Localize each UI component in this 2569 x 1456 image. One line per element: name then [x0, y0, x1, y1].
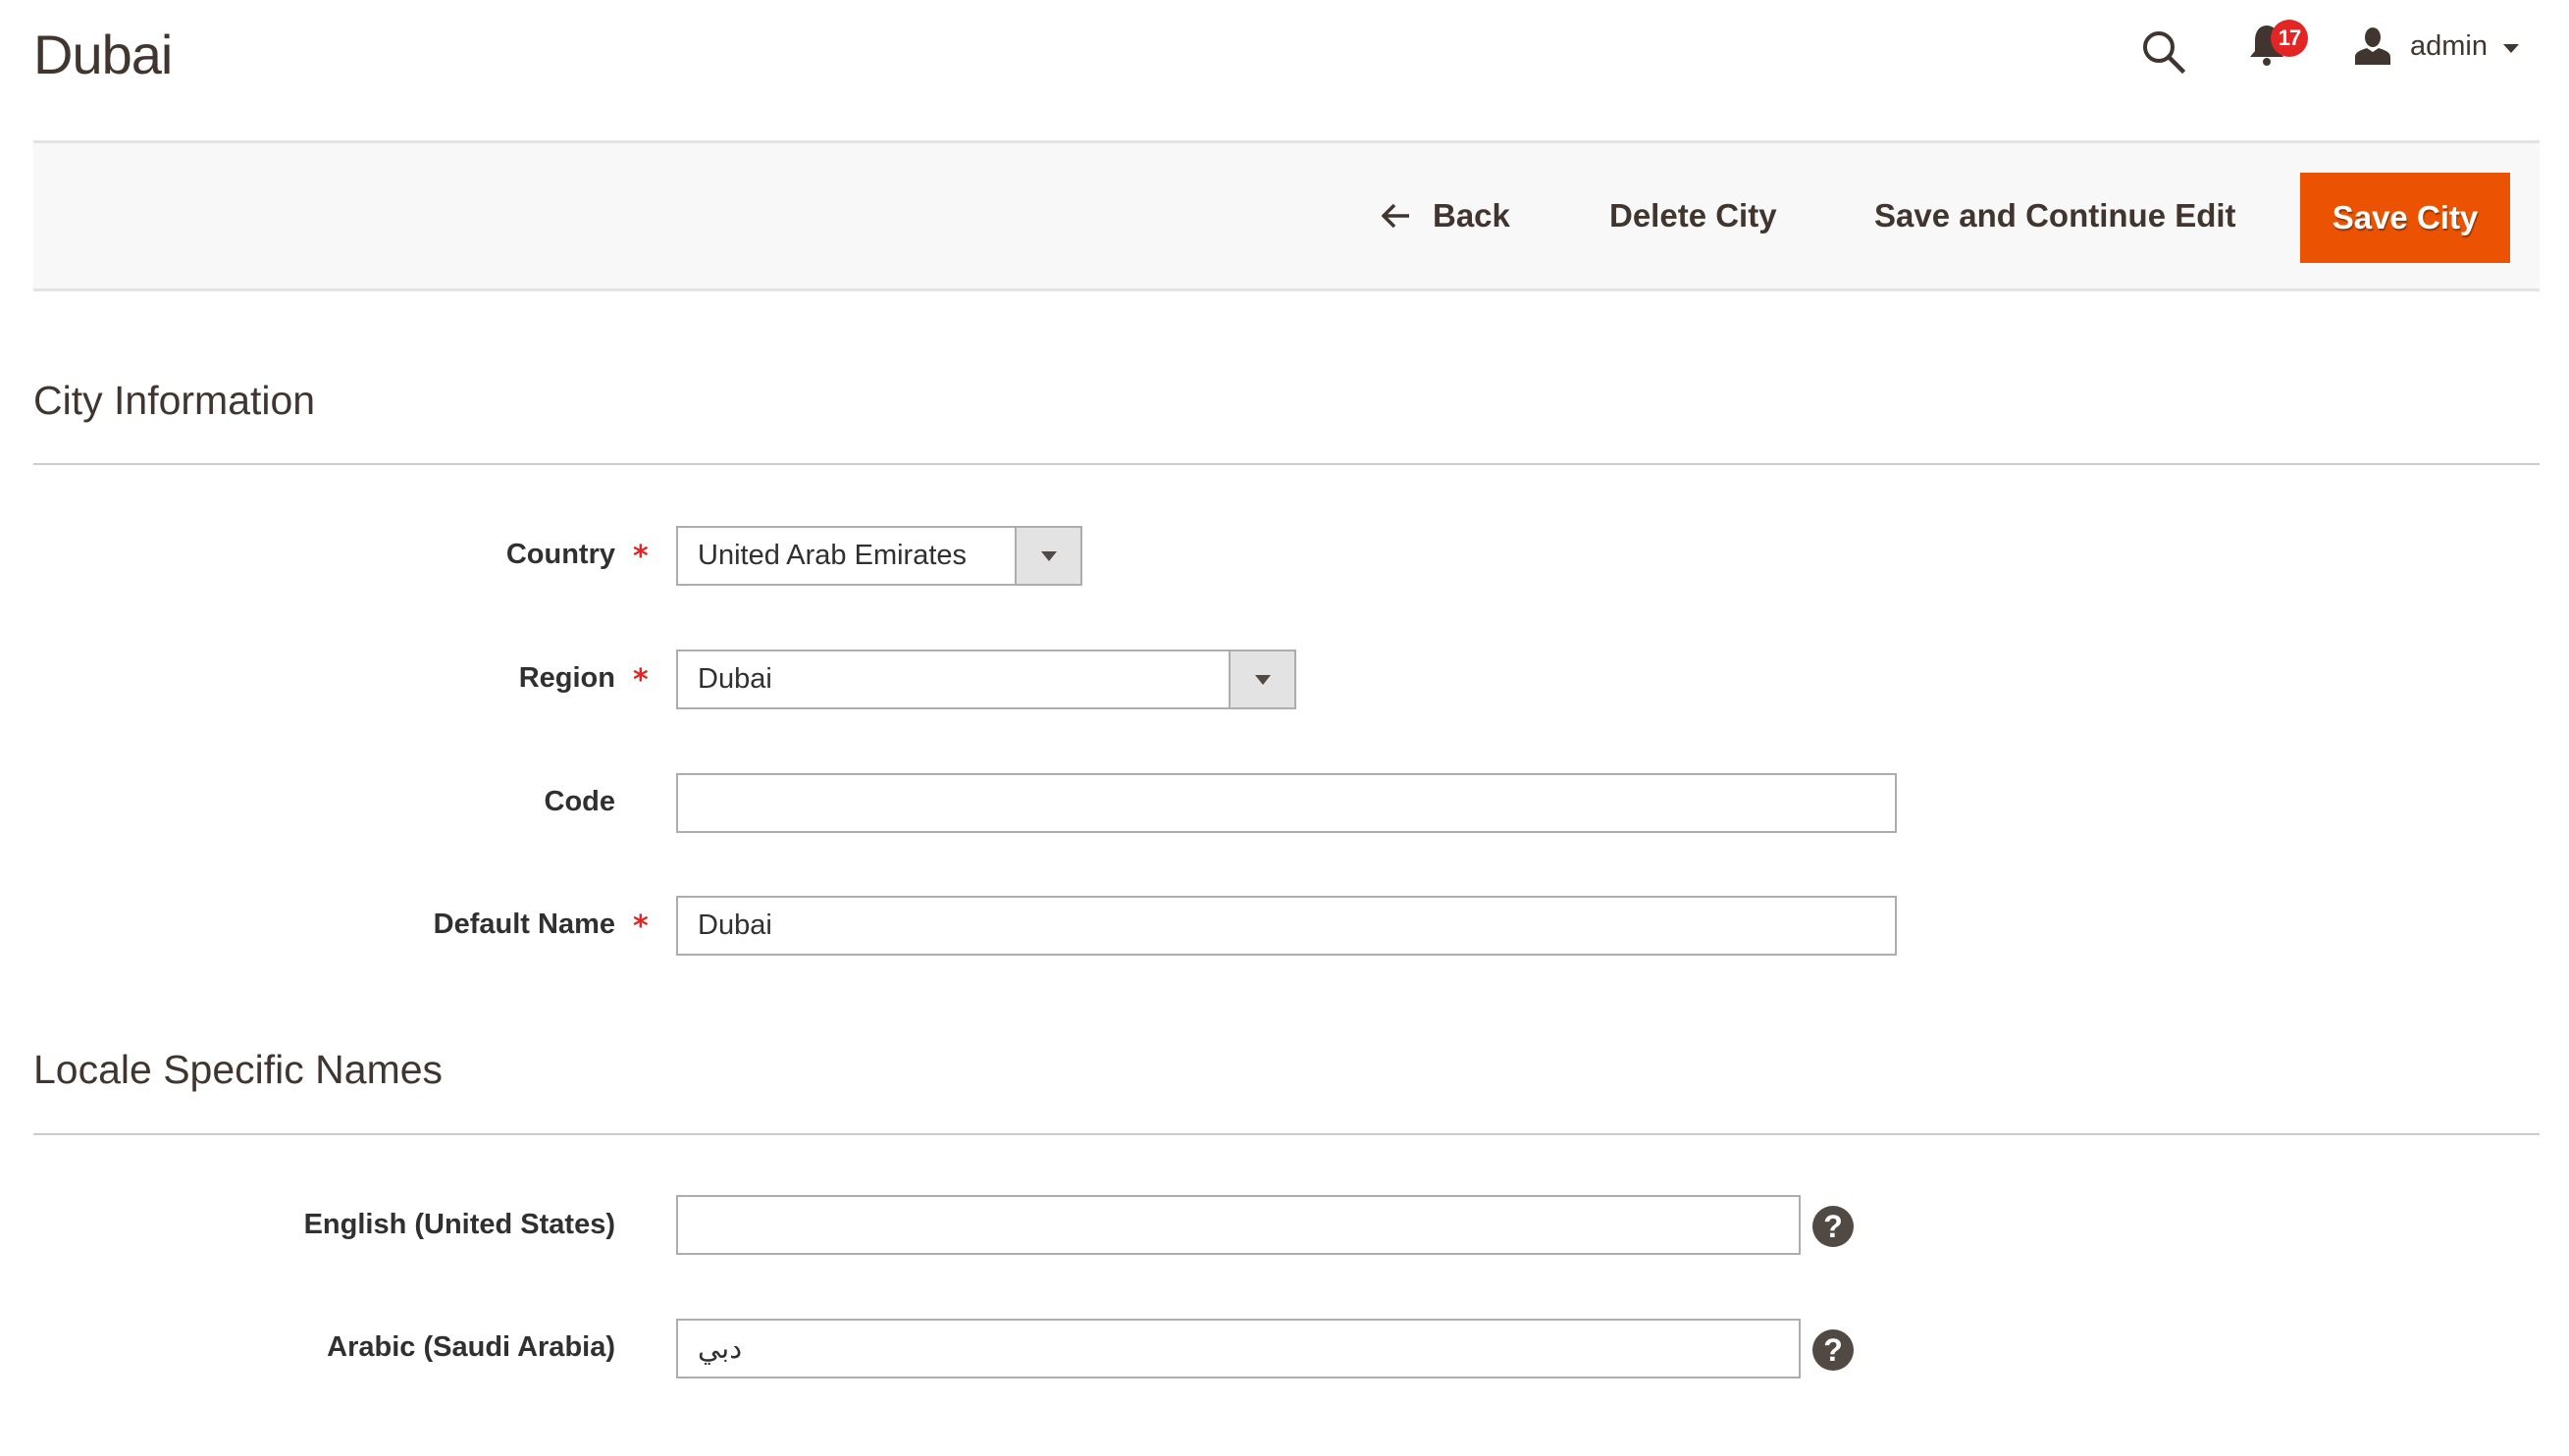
country-select-value: United Arab Emirates: [698, 540, 968, 571]
country-dropdown-toggle[interactable]: [1015, 528, 1080, 584]
country-select[interactable]: United Arab Emirates: [676, 526, 1082, 586]
section-title-locale-specific-names: Locale Specific Names: [33, 1047, 444, 1092]
arrow-left-icon: [1382, 203, 1409, 229]
section-divider: [33, 1133, 2540, 1135]
default-name-label: Default Name: [433, 909, 615, 940]
back-label: Back: [1433, 197, 1510, 234]
section-title-city-information: City Information: [33, 378, 316, 423]
user-icon: [2355, 27, 2390, 65]
required-indicator: *: [633, 663, 649, 698]
page-actions-bar: Back Delete City Save and Continue Edit …: [33, 140, 2540, 291]
save-city-button[interactable]: Save City: [2300, 173, 2510, 263]
user-name: admin: [2410, 29, 2488, 62]
delete-city-button[interactable]: Delete City: [1609, 143, 1777, 288]
required-indicator: *: [633, 910, 649, 944]
required-indicator: *: [633, 540, 649, 574]
english-us-name-input[interactable]: [676, 1195, 1801, 1255]
region-select[interactable]: Dubai: [676, 650, 1296, 709]
notification-count-badge: 17: [2271, 20, 2308, 57]
save-and-continue-button[interactable]: Save and Continue Edit: [1874, 143, 2236, 288]
country-label: Country: [505, 539, 615, 570]
caret-down-icon: [1040, 550, 1057, 561]
region-label: Region: [518, 662, 615, 694]
section-divider: [33, 463, 2540, 465]
arabic-sa-name-input[interactable]: دبي: [676, 1319, 1801, 1378]
arabic-sa-name-value: دبي: [698, 1333, 743, 1365]
arabic-sa-label: Arabic (Saudi Arabia): [327, 1331, 615, 1363]
user-menu[interactable]: admin: [2353, 24, 2519, 69]
code-input[interactable]: [676, 773, 1897, 833]
page-title: Dubai: [33, 24, 173, 85]
notifications-button[interactable]: 17: [2247, 14, 2316, 73]
caret-down-icon: [2503, 43, 2519, 53]
default-name-input[interactable]: Dubai: [676, 896, 1897, 956]
region-dropdown-toggle[interactable]: [1229, 651, 1294, 707]
search-icon[interactable]: [2141, 29, 2186, 75]
english-us-label: English (United States): [303, 1209, 615, 1240]
back-button[interactable]: Back: [1382, 143, 1510, 288]
help-icon[interactable]: ?: [1812, 1206, 1854, 1247]
region-select-value: Dubai: [698, 663, 772, 695]
code-label: Code: [544, 786, 616, 817]
caret-down-icon: [1254, 674, 1271, 685]
help-icon[interactable]: ?: [1812, 1329, 1854, 1371]
